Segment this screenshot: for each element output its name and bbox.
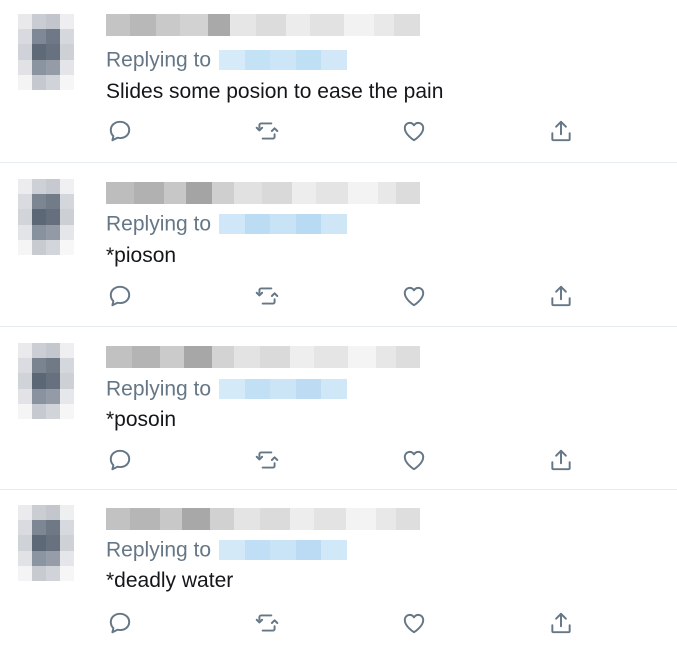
retweet-icon: [255, 122, 279, 140]
share-button[interactable]: [546, 445, 576, 475]
replying-to-line: Replying to: [106, 376, 348, 402]
replying-to-label: Replying to: [106, 538, 212, 562]
share-button[interactable]: [546, 281, 576, 311]
share-button[interactable]: [546, 608, 576, 638]
avatar[interactable]: [18, 179, 74, 255]
replying-to-line: Replying to: [106, 537, 348, 563]
retweet-button[interactable]: [252, 608, 282, 638]
share-button[interactable]: [546, 116, 576, 146]
reply-icon: [109, 285, 131, 307]
replying-to-label: Replying to: [106, 212, 212, 236]
like-icon: [403, 121, 425, 142]
share-icon: [551, 285, 571, 307]
share-icon: [551, 120, 571, 142]
avatar[interactable]: [18, 14, 74, 90]
tweet-actions: [0, 281, 677, 311]
reply-button[interactable]: [105, 608, 135, 638]
author-name-blurred[interactable]: [106, 14, 420, 36]
tweet-feed: Replying to Slides some posion to ease t…: [0, 0, 677, 650]
replying-to-line: Replying to: [106, 211, 348, 237]
retweet-button[interactable]: [252, 116, 282, 146]
reply-button[interactable]: [105, 281, 135, 311]
retweet-button[interactable]: [252, 445, 282, 475]
retweet-button[interactable]: [252, 281, 282, 311]
avatar[interactable]: [18, 505, 74, 581]
share-icon: [551, 449, 571, 471]
replying-to-label: Replying to: [106, 48, 212, 72]
author-name-blurred[interactable]: [106, 508, 420, 530]
reply-icon: [109, 612, 131, 634]
handle-link-blurred[interactable]: [219, 540, 348, 561]
like-icon: [403, 613, 425, 634]
tweet-actions: [0, 608, 677, 638]
reply-button[interactable]: [105, 445, 135, 475]
tweet[interactable]: Replying to *posoin: [0, 327, 677, 490]
reply-button[interactable]: [105, 116, 135, 146]
like-button[interactable]: [399, 445, 429, 475]
retweet-icon: [255, 451, 279, 469]
handle-link-blurred[interactable]: [219, 50, 348, 71]
handle-link-blurred[interactable]: [219, 214, 348, 235]
retweet-icon: [255, 614, 279, 632]
avatar[interactable]: [18, 343, 74, 419]
tweet[interactable]: Replying to *deadly water: [0, 490, 677, 650]
share-icon: [551, 612, 571, 634]
tweet-text: Slides some posion to ease the pain: [106, 80, 444, 103]
like-icon: [403, 286, 425, 307]
tweet-text: *posoin: [106, 408, 177, 431]
replying-to-line: Replying to: [106, 47, 348, 73]
reply-icon: [109, 449, 131, 471]
like-icon: [403, 450, 425, 471]
tweet-text: *deadly water: [106, 569, 234, 592]
like-button[interactable]: [399, 116, 429, 146]
replying-to-label: Replying to: [106, 377, 212, 401]
tweet-actions: [0, 445, 677, 475]
tweet[interactable]: Replying to *pioson: [0, 163, 677, 327]
reply-icon: [109, 120, 131, 142]
like-button[interactable]: [399, 281, 429, 311]
handle-link-blurred[interactable]: [219, 379, 348, 400]
author-name-blurred[interactable]: [106, 346, 420, 368]
like-button[interactable]: [399, 608, 429, 638]
retweet-icon: [255, 287, 279, 305]
tweet[interactable]: Replying to Slides some posion to ease t…: [0, 0, 677, 163]
author-name-blurred[interactable]: [106, 182, 420, 204]
tweet-text: *pioson: [106, 244, 177, 267]
tweet-actions: [0, 116, 677, 146]
